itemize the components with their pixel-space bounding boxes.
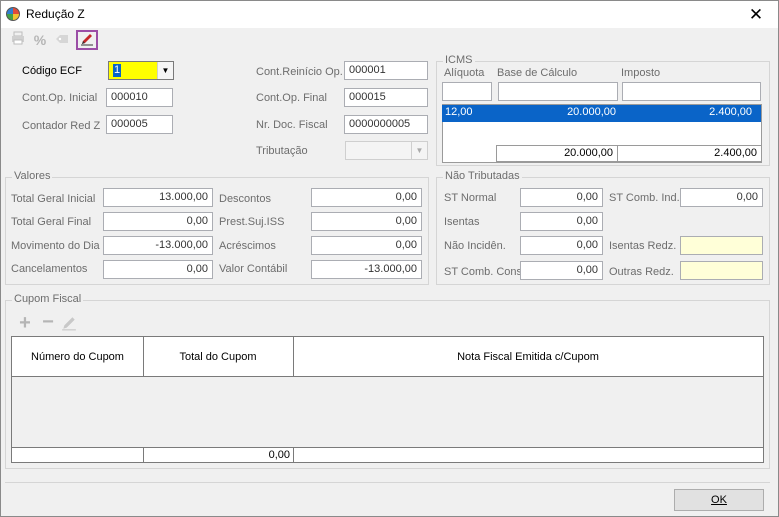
reducao-z-window: Redução Z ✕ % Código ECF 1 ▼ Cont.Op. In… [0,0,779,517]
cupom-fiscal-title: Cupom Fiscal [12,293,84,305]
cupom-grid-header: Número do Cupom Total do Cupom Nota Fisc… [12,337,763,377]
cupom-footer-total: 0,00 [268,449,290,461]
ok-button-label: OK [711,494,727,506]
isentas-label: Isentas [444,216,480,228]
cancelamentos-field[interactable]: 0,00 [103,260,213,279]
edit-pencil-icon[interactable] [61,315,79,333]
st-comb-cons-field[interactable]: 0,00 [520,261,603,280]
prest-suj-iss-label: Prest.Suj.ISS [219,216,285,228]
total-geral-inicial-field[interactable]: 13.000,00 [103,188,213,207]
printer-icon[interactable] [7,30,29,50]
chevron-down-icon[interactable]: ▼ [157,62,173,79]
icms-total-imposto: 2.400,00 [617,145,762,162]
st-normal-label: ST Normal [444,192,497,204]
grid-divider [293,448,294,462]
cont-reinicio-field[interactable]: 000001 [344,61,428,80]
st-normal-field[interactable]: 0,00 [520,188,603,207]
icms-row-selected[interactable]: 12,00 20.000,00 2.400,00 [442,105,761,122]
outras-redz-label: Outras Redz. [609,266,674,278]
tag-icon[interactable] [51,30,73,50]
acrescimos-label: Acréscimos [219,240,276,252]
nao-incidencia-field[interactable]: 0,00 [520,236,603,255]
isentas-redz-field[interactable] [680,236,763,255]
icms-row-imposto: 2.400,00 [709,106,752,118]
cont-op-inicial-label: Cont.Op. Inicial [22,92,98,104]
icms-row-base: 20.000,00 [567,106,616,118]
tributacao-select[interactable]: ▼ [345,141,428,160]
total-geral-inicial-label: Total Geral Inicial [11,193,96,205]
icms-imposto-header: Imposto [621,67,661,79]
codigo-ecf-value: 1 [113,64,122,77]
codigo-ecf-label: Código ECF [22,65,82,77]
movimento-dia-label: Movimento do Dia [11,240,100,252]
toolbar: % [1,28,778,52]
cont-reinicio-label: Cont.Reinício Op. [256,66,343,78]
prest-suj-iss-field[interactable]: 0,00 [311,212,422,231]
st-comb-ind-field[interactable]: 0,00 [680,188,763,207]
icms-total-base: 20.000,00 [496,145,618,162]
col-total-cupom[interactable]: Total do Cupom [143,351,293,363]
grid-divider [143,337,144,377]
outras-redz-field[interactable] [680,261,763,280]
acrescimos-field[interactable]: 0,00 [311,236,422,255]
codigo-ecf-select[interactable]: 1 ▼ [108,61,174,80]
grid-divider [293,337,294,377]
plus-icon[interactable]: + [16,313,34,333]
col-nota-fiscal[interactable]: Nota Fiscal Emitida c/Cupom [293,351,763,363]
cancelamentos-label: Cancelamentos [11,263,88,275]
footer-divider [5,482,770,483]
col-numero-cupom[interactable]: Número do Cupom [12,351,143,363]
total-geral-final-field[interactable]: 0,00 [103,212,213,231]
window-title: Redução Z [26,7,85,21]
st-comb-cons-label: ST Comb. Cons [444,266,523,278]
cont-op-inicial-field[interactable]: 000010 [106,88,173,107]
movimento-dia-field[interactable]: -13.000,00 [103,236,213,255]
valor-contabil-field[interactable]: -13.000,00 [311,260,422,279]
icms-aliquota-input[interactable] [442,82,492,101]
icms-base-header: Base de Cálculo [497,67,578,79]
icms-title: ICMS [443,54,475,66]
pencil-icon[interactable] [76,30,98,50]
contador-red-z-field[interactable]: 000005 [106,115,173,134]
contador-red-z-label: Contador Red Z [22,120,101,132]
icms-imposto-input[interactable] [622,82,761,101]
tributacao-label: Tributação [256,145,308,157]
percent-icon[interactable]: % [29,30,51,50]
cupom-grid: Número do Cupom Total do Cupom Nota Fisc… [11,336,764,463]
isentas-redz-label: Isentas Redz. [609,240,677,252]
ok-button[interactable]: OK [674,489,764,511]
app-icon [6,7,20,21]
icms-base-input[interactable] [498,82,618,101]
valores-title: Valores [12,170,53,182]
nao-incidencia-label: Não Incidên. [444,240,506,252]
cupom-grid-footer: 0,00 [12,447,763,462]
cont-op-final-field[interactable]: 000015 [344,88,428,107]
title-bar: Redução Z ✕ [1,1,778,28]
chevron-down-icon[interactable]: ▼ [411,142,427,159]
close-button[interactable]: ✕ [734,1,778,28]
isentas-field[interactable]: 0,00 [520,212,603,231]
nr-doc-fiscal-field[interactable]: 0000000005 [344,115,428,134]
st-comb-ind-label: ST Comb. Ind. [609,192,680,204]
minus-icon[interactable]: − [39,312,57,332]
nao-tributadas-title: Não Tributadas [443,170,522,182]
descontos-label: Descontos [219,193,271,205]
total-geral-final-label: Total Geral Final [11,216,92,228]
cont-op-final-label: Cont.Op. Final [256,92,327,104]
nr-doc-fiscal-label: Nr. Doc. Fiscal [256,119,328,131]
icms-aliquota-header: Alíquota [444,67,485,79]
icms-row-aliquota: 12,00 [445,106,473,118]
valor-contabil-label: Valor Contábil [219,263,288,275]
descontos-field[interactable]: 0,00 [311,188,422,207]
